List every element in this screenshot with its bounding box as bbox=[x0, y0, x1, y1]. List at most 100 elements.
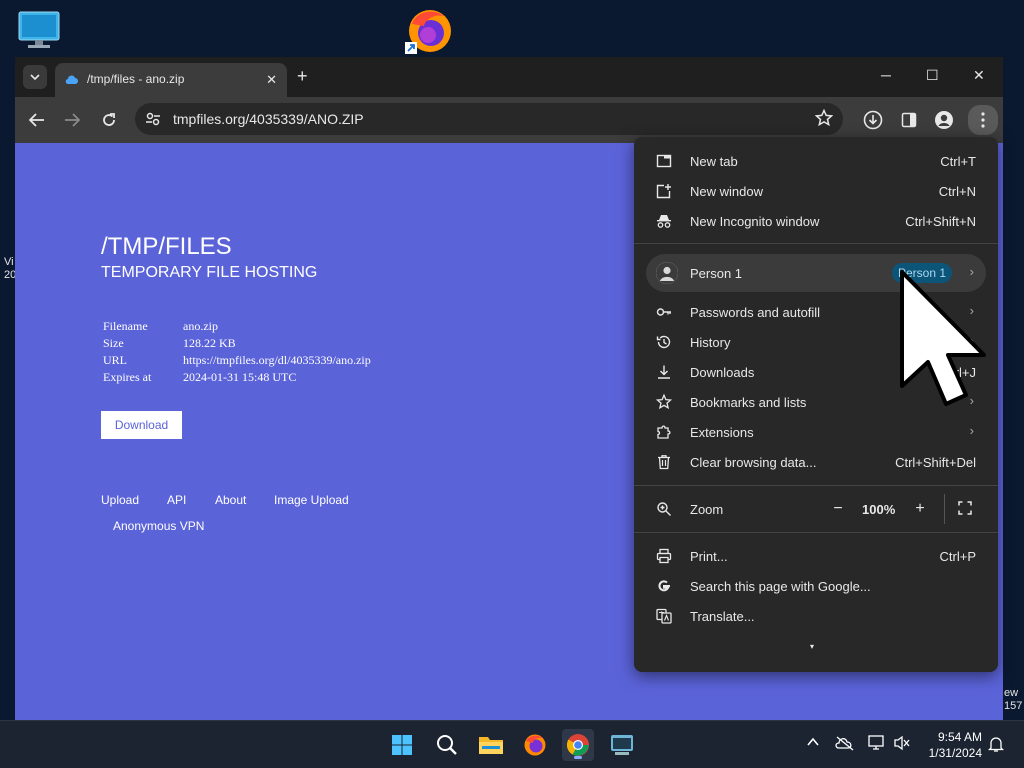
firefox-shortcut-icon[interactable] bbox=[404, 6, 454, 61]
info-row-size: Size 128.22 KB bbox=[103, 336, 236, 350]
chevron-right-icon: › bbox=[969, 423, 974, 438]
new-tab-icon bbox=[656, 154, 672, 168]
clock-date: 1/31/2024 bbox=[928, 746, 982, 760]
title-bar: /tmp/files - ano.zip ✕ + ─ ☐ ✕ bbox=[15, 57, 1003, 97]
reload-button[interactable] bbox=[98, 109, 120, 131]
reload-icon bbox=[103, 113, 115, 126]
zoom-icon bbox=[657, 502, 671, 516]
menu-item-incognito[interactable]: New Incognito window Ctrl+Shift+N bbox=[634, 206, 998, 236]
info-row-filename: Filename ano.zip bbox=[103, 319, 218, 333]
menu-item-translate[interactable]: Translate... bbox=[634, 601, 998, 631]
maximize-button[interactable]: ☐ bbox=[926, 67, 939, 84]
avatar-icon bbox=[935, 111, 953, 129]
menu-separator bbox=[634, 243, 998, 244]
menu-separator bbox=[634, 532, 998, 533]
kebab-menu-icon bbox=[981, 112, 985, 128]
desktop-icon-label-right: ew 157 bbox=[1004, 687, 1023, 712]
chevron-up-icon[interactable] bbox=[806, 735, 820, 749]
zoom-out-button[interactable]: − bbox=[824, 497, 852, 521]
volume-muted-icon[interactable] bbox=[893, 735, 911, 751]
chrome-icon bbox=[566, 734, 589, 756]
tab-search-button[interactable] bbox=[23, 65, 47, 89]
address-bar[interactable]: tmpfiles.org/4035339/ANO.ZIP bbox=[135, 103, 843, 135]
menu-item-extensions[interactable]: Extensions › bbox=[634, 417, 998, 447]
terminal-icon bbox=[611, 735, 633, 755]
star-icon bbox=[656, 394, 672, 410]
this-pc-icon[interactable] bbox=[18, 11, 60, 56]
google-icon bbox=[658, 580, 670, 592]
back-button[interactable] bbox=[26, 109, 48, 131]
arrow-right-icon bbox=[65, 113, 80, 127]
taskbar-file-explorer[interactable] bbox=[475, 729, 507, 761]
footer-link-image-upload[interactable]: Image Upload bbox=[274, 493, 349, 507]
tab-title: /tmp/files - ano.zip bbox=[87, 72, 185, 86]
bookmark-star-icon[interactable] bbox=[815, 109, 833, 127]
footer-link-upload[interactable]: Upload bbox=[101, 493, 139, 507]
menu-item-new-window[interactable]: New window Ctrl+N bbox=[634, 176, 998, 206]
active-app-indicator bbox=[574, 756, 582, 759]
menu-item-new-tab[interactable]: New tab Ctrl+T bbox=[634, 146, 998, 176]
menu-item-print[interactable]: Print... Ctrl+P bbox=[634, 541, 998, 571]
taskbar-firefox[interactable] bbox=[519, 729, 551, 761]
start-icon bbox=[392, 735, 412, 755]
taskbar-search-button[interactable] bbox=[431, 729, 463, 761]
person-avatar-icon bbox=[656, 262, 678, 284]
forward-button[interactable] bbox=[61, 109, 83, 131]
mouse-cursor-icon bbox=[900, 270, 986, 406]
history-icon bbox=[656, 335, 671, 349]
menu-item-search-google[interactable]: Search this page with Google... bbox=[634, 571, 998, 601]
menu-item-clear-data[interactable]: Clear browsing data... Ctrl+Shift+Del bbox=[634, 447, 998, 477]
downloads-button[interactable] bbox=[861, 108, 885, 132]
taskbar: 9:54 AM 1/31/2024 bbox=[0, 720, 1024, 768]
search-icon bbox=[437, 735, 457, 755]
clock[interactable]: 9:54 AM 1/31/2024 bbox=[918, 729, 982, 761]
puzzle-icon bbox=[657, 425, 671, 439]
incognito-icon bbox=[657, 215, 671, 228]
file-info-table: Filename ano.zip Size 128.22 KB URL https:/… bbox=[101, 319, 371, 387]
tab-active[interactable]: /tmp/files - ano.zip ✕ bbox=[55, 63, 287, 97]
download-button[interactable]: Download bbox=[101, 411, 182, 439]
tab-close-icon[interactable]: ✕ bbox=[266, 72, 277, 88]
info-row-url: URL https://tmpfiles.org/dl/4035339/ano.z… bbox=[103, 353, 371, 367]
minimize-button[interactable]: ─ bbox=[881, 67, 891, 83]
taskbar-chrome[interactable] bbox=[562, 729, 594, 761]
onedrive-off-icon[interactable] bbox=[835, 735, 855, 751]
translate-icon bbox=[656, 608, 672, 624]
arrow-left-icon bbox=[29, 113, 44, 127]
download-circle-icon bbox=[863, 110, 883, 130]
site-title: /TMP/FILES bbox=[101, 233, 232, 260]
info-row-expires: Expires at 2024-01-31 15:48 UTC bbox=[103, 370, 297, 384]
file-explorer-icon bbox=[479, 737, 503, 754]
notification-bell-icon[interactable] bbox=[988, 735, 1004, 753]
menu-separator bbox=[634, 485, 998, 486]
site-subtitle: TEMPORARY FILE HOSTING bbox=[101, 264, 318, 281]
zoom-in-button[interactable]: + bbox=[906, 497, 934, 521]
close-window-button[interactable]: ✕ bbox=[973, 67, 985, 84]
firefox-icon bbox=[524, 734, 546, 756]
fullscreen-icon[interactable] bbox=[958, 501, 972, 515]
more-items-caret-icon[interactable]: ▾ bbox=[810, 642, 814, 651]
network-icon[interactable] bbox=[868, 735, 886, 751]
key-icon bbox=[656, 308, 671, 316]
new-tab-button[interactable]: + bbox=[297, 66, 308, 86]
taskbar-terminal[interactable] bbox=[606, 729, 638, 761]
chevron-down-icon bbox=[30, 74, 40, 80]
profile-button[interactable] bbox=[932, 108, 956, 132]
print-icon bbox=[656, 548, 672, 564]
download-icon bbox=[658, 365, 670, 379]
side-panel-icon bbox=[901, 112, 917, 128]
zoom-divider bbox=[944, 494, 945, 524]
footer-link-api[interactable]: API bbox=[167, 493, 186, 507]
zoom-level: 100% bbox=[862, 502, 896, 517]
footer-link-about[interactable]: About bbox=[215, 493, 246, 507]
cloud-favicon-icon bbox=[65, 75, 78, 84]
url-text[interactable]: tmpfiles.org/4035339/ANO.ZIP bbox=[173, 111, 364, 127]
site-info-icon[interactable] bbox=[145, 111, 161, 127]
clock-time: 9:54 AM bbox=[937, 730, 982, 744]
footer-link-vpn[interactable]: Anonymous VPN bbox=[113, 519, 204, 533]
chrome-menu-button[interactable] bbox=[968, 105, 998, 135]
trash-icon bbox=[658, 455, 670, 470]
start-button[interactable] bbox=[386, 729, 418, 761]
side-panel-button[interactable] bbox=[897, 108, 921, 132]
new-window-icon bbox=[656, 184, 671, 199]
